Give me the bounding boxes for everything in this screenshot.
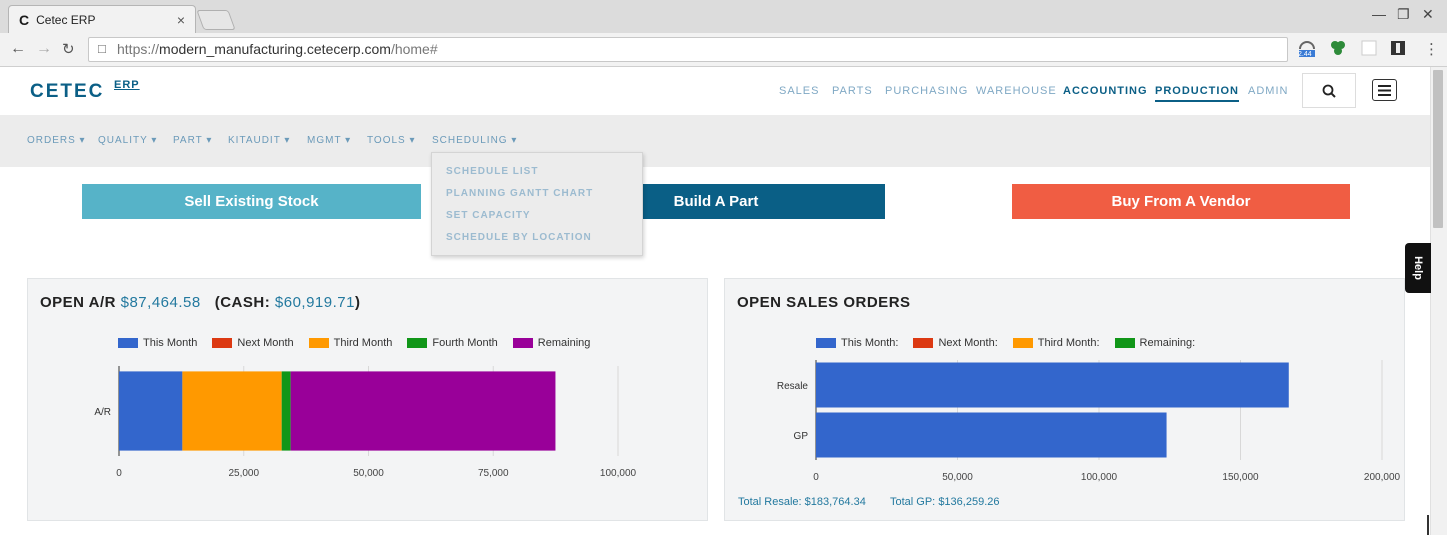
y-category-label: GP xyxy=(794,431,809,442)
production-subnav: ORDERS ▾ QUALITY ▾ PART ▾ KITAUDIT ▾ MGM… xyxy=(0,115,1430,167)
browser-tab[interactable]: C Cetec ERP × xyxy=(8,5,196,33)
subnav-kitaudit[interactable]: KITAUDIT ▾ xyxy=(228,135,290,146)
scheduling-dropdown: SCHEDULE LIST PLANNING GANTT CHART SET C… xyxy=(431,152,643,256)
dropdown-schedule-list[interactable]: SCHEDULE LIST xyxy=(446,166,538,177)
subnav-orders[interactable]: ORDERS ▾ xyxy=(27,135,86,146)
buy-from-a-vendor-button[interactable]: Buy From A Vendor xyxy=(1012,184,1350,219)
tab-title: Cetec ERP xyxy=(36,12,96,27)
subnav-mgmt[interactable]: MGMT ▾ xyxy=(307,135,351,146)
x-tick-label: 100,000 xyxy=(1081,472,1118,483)
open-sales-orders-panel: OPEN SALES ORDERS This Month: Next Month… xyxy=(724,278,1405,521)
app-header: CETEC ERP SALES PARTS PURCHASING WAREHOU… xyxy=(0,67,1430,115)
scrollbar-thumb[interactable] xyxy=(1433,70,1443,228)
hamburger-menu-button[interactable] xyxy=(1372,79,1397,101)
x-tick-label: 0 xyxy=(116,468,122,479)
nav-accounting[interactable]: ACCOUNTING xyxy=(1063,85,1148,97)
x-tick-label: 50,000 xyxy=(353,468,384,479)
dropdown-schedule-by-location[interactable]: SCHEDULE BY LOCATION xyxy=(446,232,592,243)
nav-admin[interactable]: ADMIN xyxy=(1248,85,1288,97)
x-tick-label: 200,000 xyxy=(1364,472,1401,483)
ar-bar-chart: 0 25,000 50,000 75,000 100,000 A/R xyxy=(94,366,637,479)
nav-warehouse[interactable]: WAREHOUSE xyxy=(976,85,1057,97)
bar-segment xyxy=(182,371,282,451)
nav-parts[interactable]: PARTS xyxy=(832,85,873,97)
bar-segment xyxy=(816,412,1167,458)
y-category-label: A/R xyxy=(94,407,111,418)
x-tick-label: 0 xyxy=(813,472,819,483)
new-tab-button[interactable] xyxy=(196,10,236,30)
back-icon[interactable]: ← xyxy=(10,40,26,58)
url-input[interactable]: □ https://modern_manufacturing.cetecerp.… xyxy=(88,37,1288,62)
total-resale: Total Resale: $183,764.34 xyxy=(738,496,866,508)
y-category-label: Resale xyxy=(777,381,809,392)
divider xyxy=(1427,515,1429,535)
sell-existing-stock-button[interactable]: Sell Existing Stock xyxy=(82,184,421,219)
nav-purchasing[interactable]: PURCHASING xyxy=(885,85,968,97)
browser-menu-icon[interactable]: ⋮ xyxy=(1424,40,1439,58)
cetec-favicon-icon: C xyxy=(19,11,30,28)
x-tick-label: 150,000 xyxy=(1222,472,1259,483)
clover-extension-icon[interactable] xyxy=(1329,39,1347,57)
forward-icon[interactable]: → xyxy=(36,40,52,58)
cetec-logo[interactable]: CETEC xyxy=(30,81,104,103)
search-button[interactable] xyxy=(1302,73,1356,108)
extension-badge: 2.44 xyxy=(1298,51,1312,58)
search-icon xyxy=(1322,84,1336,98)
minimize-icon[interactable]: — xyxy=(1372,6,1386,22)
open-ar-panel: OPEN A/R $87,464.58 (CASH: $60,919.71) T… xyxy=(27,278,708,521)
help-tab[interactable]: Help xyxy=(1405,243,1431,293)
address-bar: ← → ↻ □ https://modern_manufacturing.cet… xyxy=(0,33,1447,67)
sales-bar-chart: 0 50,000 100,000 150,000 200,000 Resale GP xyxy=(777,360,1401,483)
window-close-icon[interactable]: ✕ xyxy=(1422,6,1434,23)
erp-logo-link[interactable]: ERP xyxy=(114,79,140,91)
bar-segment xyxy=(119,371,183,451)
tab-close-icon[interactable]: × xyxy=(177,12,185,28)
subnav-tools[interactable]: TOOLS ▾ xyxy=(367,135,416,146)
url-host: modern_manufacturing.cetecerp.com xyxy=(159,41,391,57)
subnav-quality[interactable]: QUALITY ▾ xyxy=(98,135,157,146)
x-tick-label: 50,000 xyxy=(942,472,973,483)
hamburger-icon xyxy=(1378,84,1391,96)
film-extension-icon[interactable] xyxy=(1389,39,1407,57)
browser-tab-strip: C Cetec ERP × — ❐ ✕ xyxy=(0,0,1447,33)
x-tick-label: 100,000 xyxy=(600,468,637,479)
nav-production[interactable]: PRODUCTION xyxy=(1155,85,1239,102)
total-gp: Total GP: $136,259.26 xyxy=(890,496,1000,508)
subnav-part[interactable]: PART ▾ xyxy=(173,135,212,146)
dropdown-set-capacity[interactable]: SET CAPACITY xyxy=(446,210,531,221)
blank-extension-icon[interactable] xyxy=(1360,39,1378,57)
x-tick-label: 25,000 xyxy=(228,468,259,479)
reload-icon[interactable]: ↻ xyxy=(62,40,75,58)
bar-segment xyxy=(281,371,291,451)
subnav-scheduling[interactable]: SCHEDULING ▾ xyxy=(432,135,517,146)
page-icon: □ xyxy=(98,41,106,56)
dropdown-planning-gantt-chart[interactable]: PLANNING GANTT CHART xyxy=(446,188,593,199)
restore-icon[interactable]: ❐ xyxy=(1397,6,1410,23)
bar-segment xyxy=(816,362,1289,408)
x-tick-label: 75,000 xyxy=(478,468,509,479)
nav-sales[interactable]: SALES xyxy=(779,85,819,97)
bar-segment xyxy=(290,371,556,451)
